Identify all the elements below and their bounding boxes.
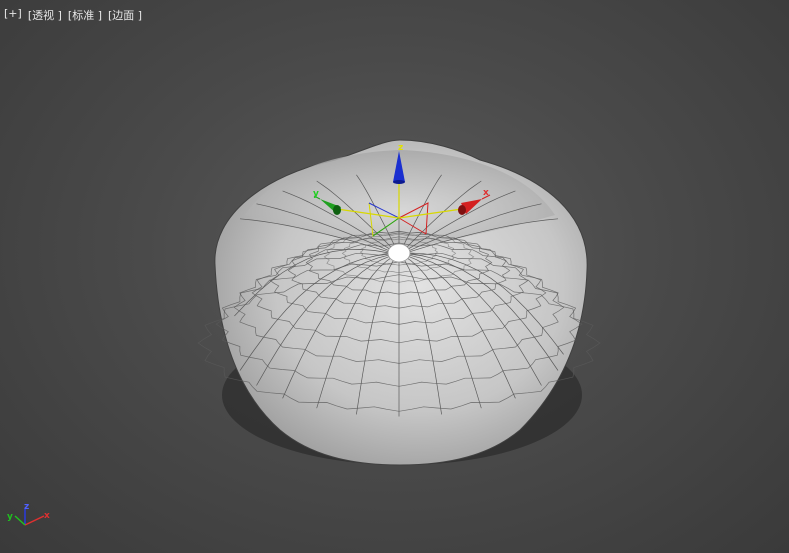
- gizmo-x-label: x: [483, 188, 489, 198]
- view-axis-x-label: x: [44, 511, 50, 521]
- view-axis-z-label: z: [24, 502, 29, 512]
- gizmo-z-arrow-base: [393, 180, 405, 184]
- view-axis-tripod: z x y: [7, 502, 50, 526]
- viewport-canvas[interactable]: z y x z x y: [0, 0, 789, 553]
- view-axis-y-line: [14, 515, 26, 526]
- view-axis-y-label: y: [7, 512, 13, 522]
- gizmo-z-label: z: [398, 143, 403, 153]
- stem-hole: [387, 243, 411, 263]
- gizmo-y-label: y: [313, 189, 319, 199]
- gizmo-y-arrow-base: [333, 205, 341, 215]
- gizmo-x-arrow-base: [458, 205, 466, 215]
- view-axis-x-line: [24, 515, 45, 526]
